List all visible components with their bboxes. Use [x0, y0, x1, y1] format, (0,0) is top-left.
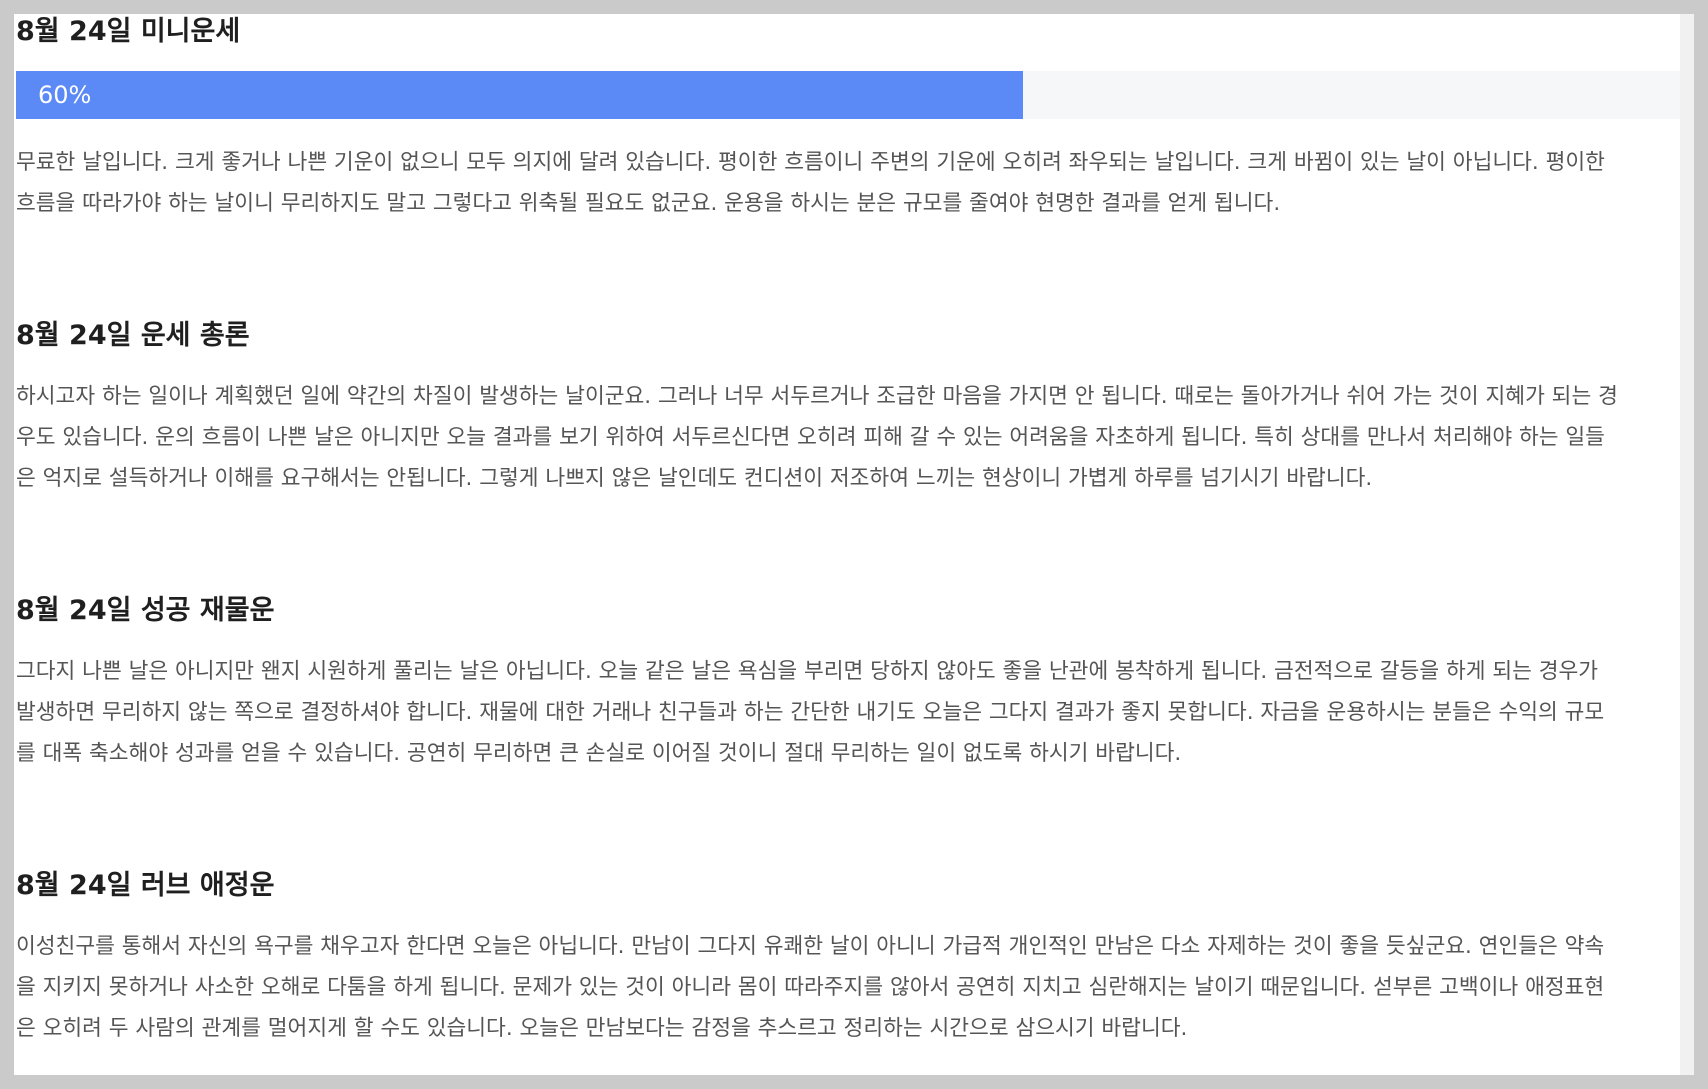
- love-fortune-title: 8월 24일 러브 애정운: [16, 870, 275, 901]
- wealth-fortune-line: 를 대폭 축소해야 성과를 얻을 수 있습니다. 공연히 무리하면 큰 손실로 …: [16, 741, 1182, 766]
- wealth-fortune-title: 8월 24일 성공 재물운: [16, 595, 275, 626]
- general-fortune-line: 은 억지로 설득하거나 이해를 요구해서는 안됩니다. 그렇게 나쁘지 않은 날…: [16, 466, 1373, 491]
- page-scrollbar[interactable]: [1680, 14, 1694, 1075]
- general-fortune-line: 하시고자 하는 일이나 계획했던 일에 약간의 차질이 발생하는 날이군요. 그…: [16, 384, 1618, 409]
- fortune-progress-fill: 60%: [16, 71, 1023, 119]
- general-fortune-title: 8월 24일 운세 총론: [16, 320, 250, 351]
- fortune-content: 8월 24일 미니운세 60% 무료한 날입니다. 크게 좋거나 나쁜 기운이 …: [16, 14, 1694, 1049]
- mini-fortune-text: 무료한 날입니다. 크게 좋거나 나쁜 기운이 없으니 모두 의지에 달려 있습…: [16, 142, 1694, 224]
- wealth-fortune-line: 그다지 나쁜 날은 아니지만 왠지 시원하게 풀리는 날은 아닙니다. 오늘 같…: [16, 659, 1599, 684]
- fortune-progress-label: 60%: [38, 81, 92, 109]
- mini-fortune-line: 흐름을 따라가야 하는 날이니 무리하지도 말고 그렇다고 위축될 필요도 없군…: [16, 191, 1281, 216]
- love-fortune-line: 을 지키지 못하거나 사소한 오해로 다툼을 하게 됩니다. 문제가 있는 것이…: [16, 975, 1605, 1000]
- fortune-progress-bar: 60%: [16, 71, 1694, 119]
- wealth-fortune-text: 그다지 나쁜 날은 아니지만 왠지 시원하게 풀리는 날은 아닙니다. 오늘 같…: [16, 651, 1694, 774]
- general-fortune-line: 우도 있습니다. 운의 흐름이 나쁜 날은 아니지만 오늘 결과를 보기 위하여…: [16, 425, 1605, 450]
- mini-fortune-line: 무료한 날입니다. 크게 좋거나 나쁜 기운이 없으니 모두 의지에 달려 있습…: [16, 150, 1605, 175]
- general-fortune-text: 하시고자 하는 일이나 계획했던 일에 약간의 차질이 발생하는 날이군요. 그…: [16, 376, 1694, 499]
- love-fortune-line: 이성친구를 통해서 자신의 욕구를 채우고자 한다면 오늘은 아닙니다. 만남이…: [16, 934, 1605, 959]
- wealth-fortune-line: 발생하면 무리하지 않는 쪽으로 결정하셔야 합니다. 재물에 대한 거래나 친…: [16, 700, 1605, 725]
- fortune-page: 8월 24일 미니운세 60% 무료한 날입니다. 크게 좋거나 나쁜 기운이 …: [14, 14, 1694, 1075]
- love-fortune-line: 은 오히려 두 사람의 관계를 멀어지게 할 수도 있습니다. 오늘은 만남보다…: [16, 1016, 1188, 1041]
- mini-fortune-title: 8월 24일 미니운세: [16, 16, 241, 47]
- love-fortune-text: 이성친구를 통해서 자신의 욕구를 채우고자 한다면 오늘은 아닙니다. 만남이…: [16, 926, 1694, 1049]
